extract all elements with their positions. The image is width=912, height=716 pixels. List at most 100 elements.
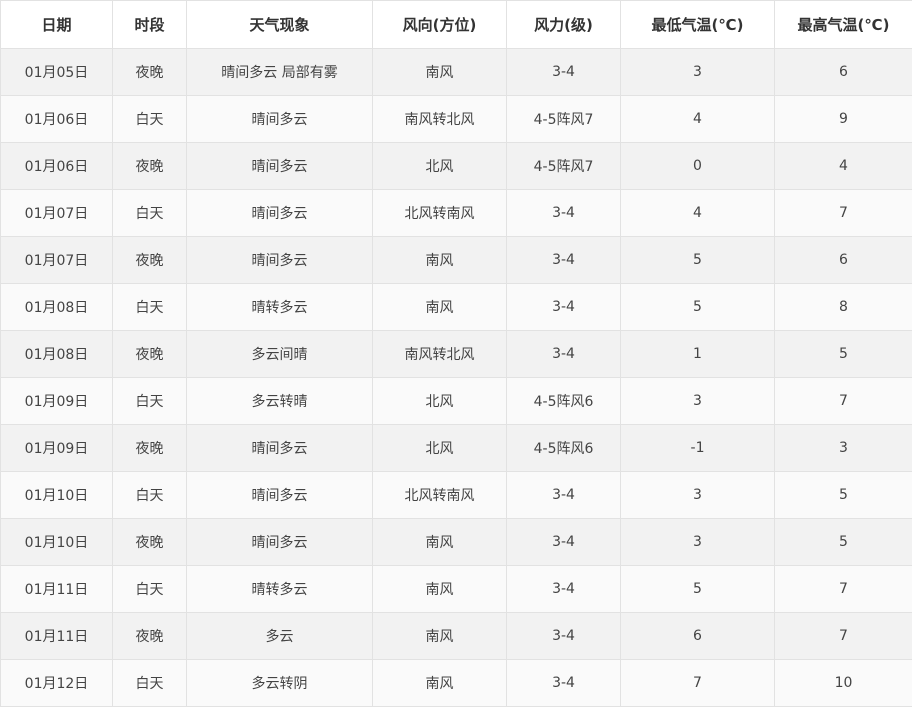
cell-wind-direction: 北风转南风 xyxy=(372,471,507,519)
table-header: 日期 时段 天气现象 风向(方位) 风力(级) 最低气温(℃) 最高气温(℃) xyxy=(0,0,912,49)
cell-wind-force: 3-4 xyxy=(506,48,621,96)
cell-weather: 多云转阴 xyxy=(186,659,373,707)
cell-date: 01月10日 xyxy=(0,471,113,519)
cell-period: 白天 xyxy=(112,659,187,707)
cell-min-temp: 3 xyxy=(620,48,775,96)
cell-max-temp: 6 xyxy=(774,236,912,284)
cell-min-temp: 4 xyxy=(620,189,775,237)
cell-weather: 晴间多云 局部有雾 xyxy=(186,48,373,96)
header-weather: 天气现象 xyxy=(186,0,373,49)
cell-period: 夜晚 xyxy=(112,518,187,566)
cell-period: 白天 xyxy=(112,95,187,143)
cell-date: 01月07日 xyxy=(0,236,113,284)
cell-period: 白天 xyxy=(112,471,187,519)
table-row: 01月06日 夜晚 晴间多云 北风 4-5阵风7 0 4 xyxy=(0,142,912,190)
cell-max-temp: 9 xyxy=(774,95,912,143)
cell-max-temp: 6 xyxy=(774,48,912,96)
cell-weather: 晴转多云 xyxy=(186,565,373,613)
cell-weather: 晴间多云 xyxy=(186,142,373,190)
cell-date: 01月10日 xyxy=(0,518,113,566)
header-period: 时段 xyxy=(112,0,187,49)
cell-wind-direction: 南风转北风 xyxy=(372,95,507,143)
cell-weather: 晴间多云 xyxy=(186,95,373,143)
cell-period: 夜晚 xyxy=(112,330,187,378)
cell-wind-force: 3-4 xyxy=(506,518,621,566)
cell-weather: 晴间多云 xyxy=(186,236,373,284)
cell-min-temp: 3 xyxy=(620,471,775,519)
header-max-temp: 最高气温(℃) xyxy=(774,0,912,49)
cell-date: 01月05日 xyxy=(0,48,113,96)
table-row: 01月07日 夜晚 晴间多云 南风 3-4 5 6 xyxy=(0,236,912,284)
cell-wind-force: 3-4 xyxy=(506,330,621,378)
cell-date: 01月06日 xyxy=(0,95,113,143)
cell-wind-force: 4-5阵风7 xyxy=(506,95,621,143)
cell-min-temp: -1 xyxy=(620,424,775,472)
table-row: 01月07日 白天 晴间多云 北风转南风 3-4 4 7 xyxy=(0,189,912,237)
cell-weather: 多云转晴 xyxy=(186,377,373,425)
header-min-temp: 最低气温(℃) xyxy=(620,0,775,49)
cell-date: 01月11日 xyxy=(0,612,113,660)
cell-date: 01月09日 xyxy=(0,377,113,425)
cell-min-temp: 3 xyxy=(620,377,775,425)
cell-wind-direction: 北风转南风 xyxy=(372,189,507,237)
table-row: 01月06日 白天 晴间多云 南风转北风 4-5阵风7 4 9 xyxy=(0,95,912,143)
cell-min-temp: 0 xyxy=(620,142,775,190)
cell-date: 01月09日 xyxy=(0,424,113,472)
cell-wind-force: 3-4 xyxy=(506,565,621,613)
cell-wind-direction: 南风 xyxy=(372,565,507,613)
cell-wind-direction: 南风转北风 xyxy=(372,330,507,378)
cell-max-temp: 7 xyxy=(774,612,912,660)
cell-wind-force: 3-4 xyxy=(506,659,621,707)
table-row: 01月08日 白天 晴转多云 南风 3-4 5 8 xyxy=(0,283,912,331)
cell-wind-direction: 北风 xyxy=(372,142,507,190)
cell-date: 01月08日 xyxy=(0,283,113,331)
header-row: 日期 时段 天气现象 风向(方位) 风力(级) 最低气温(℃) 最高气温(℃) xyxy=(0,0,912,49)
cell-max-temp: 5 xyxy=(774,471,912,519)
cell-wind-direction: 南风 xyxy=(372,236,507,284)
header-wind-force: 风力(级) xyxy=(506,0,621,49)
cell-period: 夜晚 xyxy=(112,142,187,190)
cell-min-temp: 1 xyxy=(620,330,775,378)
header-wind-direction: 风向(方位) xyxy=(372,0,507,49)
cell-min-temp: 5 xyxy=(620,236,775,284)
cell-weather: 晴间多云 xyxy=(186,518,373,566)
table-row: 01月05日 夜晚 晴间多云 局部有雾 南风 3-4 3 6 xyxy=(0,48,912,96)
cell-wind-direction: 南风 xyxy=(372,283,507,331)
cell-wind-force: 4-5阵风6 xyxy=(506,377,621,425)
cell-wind-direction: 北风 xyxy=(372,377,507,425)
table-row: 01月08日 夜晚 多云间晴 南风转北风 3-4 1 5 xyxy=(0,330,912,378)
cell-period: 白天 xyxy=(112,283,187,331)
cell-wind-force: 3-4 xyxy=(506,612,621,660)
cell-max-temp: 4 xyxy=(774,142,912,190)
cell-date: 01月12日 xyxy=(0,659,113,707)
cell-max-temp: 7 xyxy=(774,565,912,613)
cell-wind-force: 3-4 xyxy=(506,471,621,519)
cell-max-temp: 7 xyxy=(774,189,912,237)
cell-wind-direction: 南风 xyxy=(372,659,507,707)
cell-min-temp: 4 xyxy=(620,95,775,143)
cell-min-temp: 5 xyxy=(620,283,775,331)
cell-min-temp: 5 xyxy=(620,565,775,613)
cell-weather: 晴间多云 xyxy=(186,471,373,519)
cell-wind-force: 3-4 xyxy=(506,236,621,284)
cell-wind-direction: 南风 xyxy=(372,612,507,660)
cell-max-temp: 5 xyxy=(774,330,912,378)
cell-wind-direction: 北风 xyxy=(372,424,507,472)
cell-wind-force: 4-5阵风7 xyxy=(506,142,621,190)
cell-period: 夜晚 xyxy=(112,236,187,284)
cell-period: 夜晚 xyxy=(112,424,187,472)
cell-period: 夜晚 xyxy=(112,48,187,96)
cell-wind-force: 3-4 xyxy=(506,189,621,237)
cell-wind-force: 4-5阵风6 xyxy=(506,424,621,472)
cell-date: 01月07日 xyxy=(0,189,113,237)
cell-min-temp: 6 xyxy=(620,612,775,660)
header-date: 日期 xyxy=(0,0,113,49)
cell-period: 白天 xyxy=(112,377,187,425)
cell-period: 白天 xyxy=(112,189,187,237)
table-row: 01月11日 夜晚 多云 南风 3-4 6 7 xyxy=(0,612,912,660)
cell-max-temp: 5 xyxy=(774,518,912,566)
cell-date: 01月11日 xyxy=(0,565,113,613)
table-row: 01月09日 夜晚 晴间多云 北风 4-5阵风6 -1 3 xyxy=(0,424,912,472)
table-row: 01月11日 白天 晴转多云 南风 3-4 5 7 xyxy=(0,565,912,613)
cell-wind-direction: 南风 xyxy=(372,518,507,566)
